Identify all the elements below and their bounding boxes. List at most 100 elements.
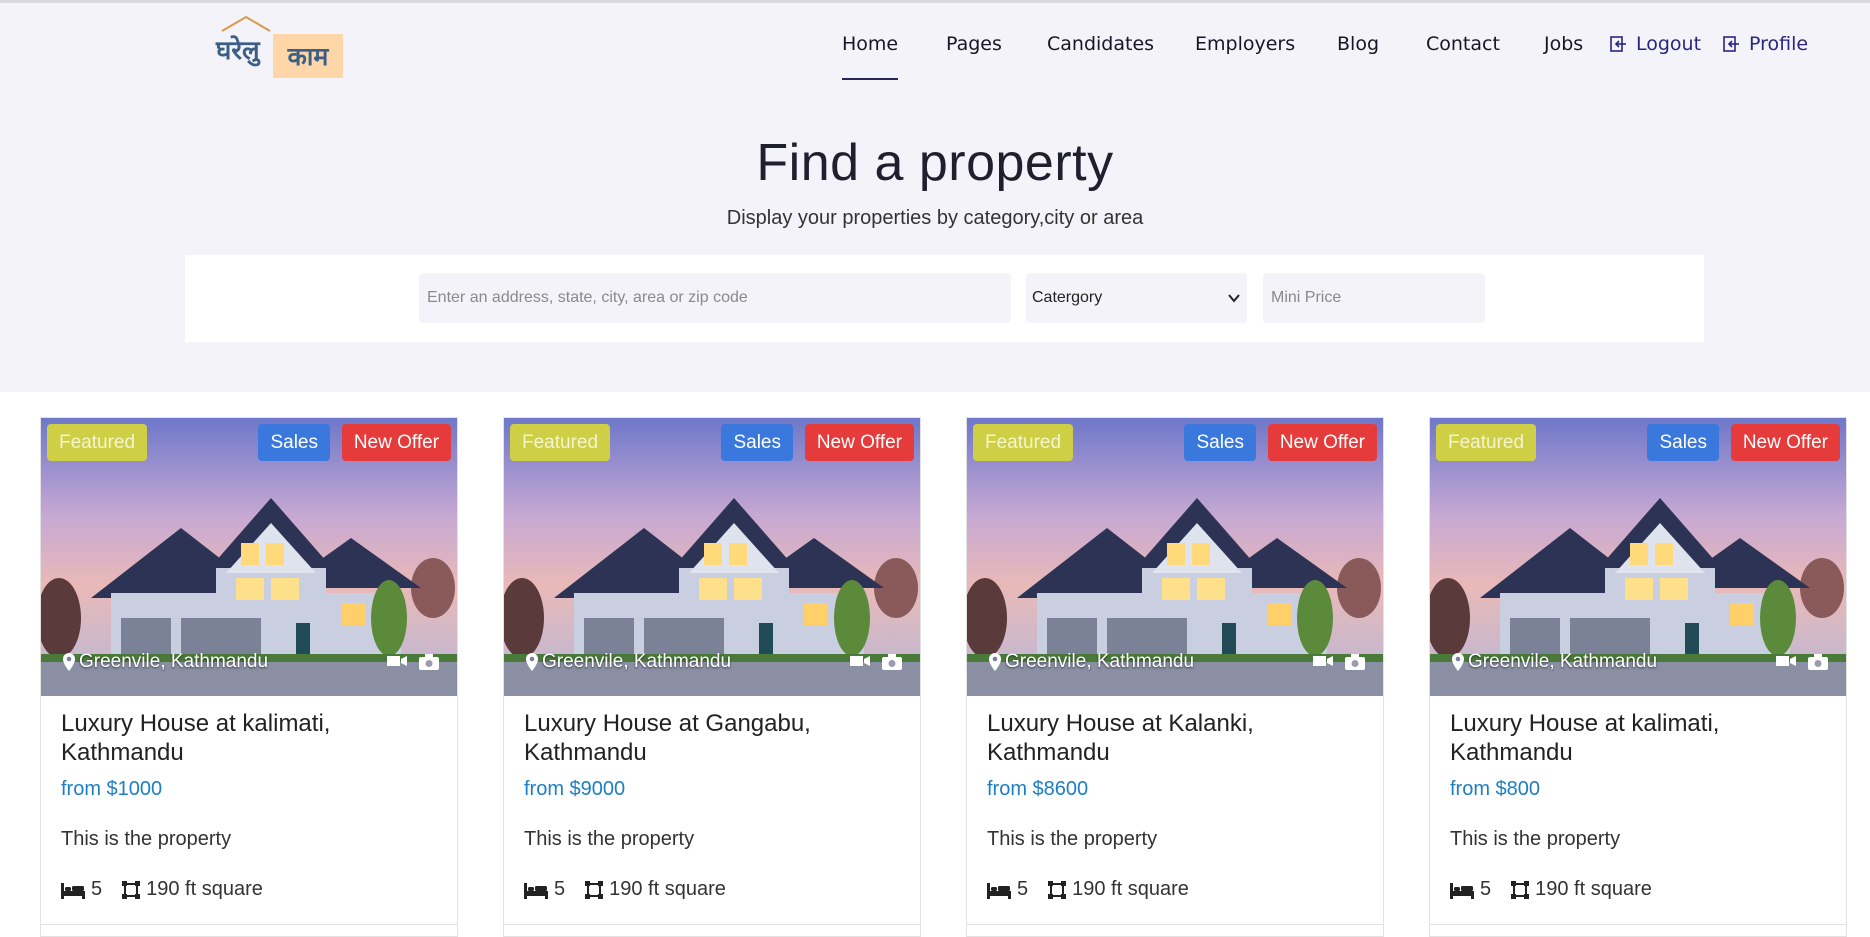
property-location[interactable]: Greenvile, Kathmandu [524, 651, 731, 673]
video-icon[interactable] [1313, 654, 1333, 670]
area-icon [585, 880, 604, 899]
location-label: Greenvile, Kathmandu [1005, 651, 1195, 672]
property-card[interactable]: Featured Sales New Offer Greenvile, Kath… [503, 417, 921, 937]
property-title[interactable]: Luxury House at Kalanki, Kathmandu [987, 709, 1367, 767]
page-title: Find a property [756, 134, 1114, 192]
search-panel: Catergory [185, 255, 1704, 342]
property-image[interactable]: Featured Sales New Offer Greenvile, Kath… [1430, 418, 1846, 696]
bed-icon [524, 882, 548, 899]
chevron-down-icon [1228, 294, 1240, 303]
min-price-input[interactable] [1269, 288, 1479, 308]
featured-badge[interactable]: Featured [47, 424, 148, 461]
property-meta: 5 190 ft square [987, 878, 1189, 901]
bed-count: 5 [554, 878, 566, 900]
property-title[interactable]: Luxury House at kalimati, Kathmandu [61, 709, 441, 767]
card-divider [504, 924, 920, 925]
sales-badge[interactable]: Sales [721, 424, 793, 461]
new-offer-badge[interactable]: New Offer [1730, 424, 1840, 461]
sales-badge[interactable]: Sales [1647, 424, 1719, 461]
property-location[interactable]: Greenvile, Kathmandu [61, 651, 268, 673]
logout-icon [1610, 36, 1626, 52]
card-divider [1430, 924, 1846, 925]
location-label: Greenvile, Kathmandu [542, 651, 732, 672]
area-icon [122, 880, 141, 899]
nav-logout[interactable]: Logout [1608, 33, 1701, 55]
nav-blog[interactable]: Blog [1337, 33, 1379, 55]
property-image[interactable]: Featured Sales New Offer Greenvile, Kath… [504, 418, 920, 696]
new-offer-badge[interactable]: New Offer [341, 424, 451, 461]
featured-badge[interactable]: Featured [973, 424, 1074, 461]
bed-icon [1450, 882, 1474, 899]
site-logo[interactable]: घरेलु काम [216, 15, 346, 78]
bed-count: 5 [1017, 878, 1029, 900]
new-offer-badge[interactable]: New Offer [1267, 424, 1377, 461]
camera-icon[interactable] [1808, 654, 1828, 670]
location-label: Greenvile, Kathmandu [1468, 651, 1658, 672]
logo-word-1: घरेलु [216, 36, 260, 66]
logout-icon [1723, 36, 1739, 52]
logout-label: Logout [1636, 33, 1702, 55]
camera-icon[interactable] [419, 654, 439, 670]
min-price-field[interactable] [1263, 273, 1485, 323]
featured-badge[interactable]: Featured [1436, 424, 1537, 461]
nav-contact[interactable]: Contact [1426, 33, 1500, 55]
area-icon [1511, 880, 1530, 899]
nav-candidates[interactable]: Candidates [1047, 33, 1154, 55]
nav-profile[interactable]: Profile [1721, 33, 1808, 55]
area-value: 190 ft square [609, 878, 726, 900]
bed-icon [987, 882, 1011, 899]
property-location[interactable]: Greenvile, Kathmandu [1450, 651, 1657, 673]
area-value: 190 ft square [1535, 878, 1652, 900]
property-meta: 5 190 ft square [61, 878, 263, 901]
property-image[interactable]: Featured Sales New Offer Greenvile, Kath… [41, 418, 457, 696]
property-card[interactable]: Featured Sales New Offer Greenvile, Kath… [1429, 417, 1847, 937]
bed-count: 5 [91, 878, 103, 900]
property-description: This is the property [524, 828, 695, 850]
property-price: from $8600 [987, 778, 1089, 800]
camera-icon[interactable] [1345, 654, 1365, 670]
address-search-field[interactable] [419, 273, 1011, 323]
card-divider [41, 924, 457, 925]
hero-section: घरेलु काम Home Pages Candidates Employer… [0, 0, 1870, 392]
area-value: 190 ft square [146, 878, 263, 900]
nav-jobs[interactable]: Jobs [1544, 33, 1583, 55]
page-subtitle: Display your properties by category,city… [726, 207, 1144, 229]
property-description: This is the property [987, 828, 1158, 850]
nav-employers[interactable]: Employers [1195, 33, 1295, 55]
new-offer-badge[interactable]: New Offer [804, 424, 914, 461]
property-meta: 5 190 ft square [1450, 878, 1652, 901]
location-label: Greenvile, Kathmandu [79, 651, 269, 672]
property-title[interactable]: Luxury House at kalimati, Kathmandu [1450, 709, 1830, 767]
property-title[interactable]: Luxury House at Gangabu, Kathmandu [524, 709, 904, 767]
profile-label: Profile [1749, 33, 1809, 55]
property-price: from $800 [1450, 778, 1541, 800]
address-search-input[interactable] [425, 288, 1005, 308]
card-divider [967, 924, 1383, 925]
category-select-value: Catergory [1032, 289, 1103, 306]
property-card[interactable]: Featured Sales New Offer Greenvile, Kath… [966, 417, 1384, 937]
property-meta: 5 190 ft square [524, 878, 726, 901]
nav-pages[interactable]: Pages [946, 33, 1002, 55]
property-price: from $1000 [61, 778, 163, 800]
category-select[interactable]: Catergory [1026, 273, 1247, 323]
sales-badge[interactable]: Sales [258, 424, 330, 461]
property-description: This is the property [1450, 828, 1621, 850]
property-card[interactable]: Featured Sales New Offer Greenvile, Kath… [40, 417, 458, 937]
bed-count: 5 [1480, 878, 1492, 900]
property-price: from $9000 [524, 778, 626, 800]
video-icon[interactable] [387, 654, 407, 670]
property-location[interactable]: Greenvile, Kathmandu [987, 651, 1194, 673]
video-icon[interactable] [1776, 654, 1796, 670]
area-icon [1048, 880, 1067, 899]
property-image[interactable]: Featured Sales New Offer Greenvile, Kath… [967, 418, 1383, 696]
map-pin-icon [63, 653, 75, 671]
bed-icon [61, 882, 85, 899]
camera-icon[interactable] [882, 654, 902, 670]
featured-badge[interactable]: Featured [510, 424, 611, 461]
video-icon[interactable] [850, 654, 870, 670]
map-pin-icon [1452, 653, 1464, 671]
sales-badge[interactable]: Sales [1184, 424, 1256, 461]
map-pin-icon [526, 653, 538, 671]
logo-word-2: काम [273, 34, 343, 78]
nav-home[interactable]: Home [842, 33, 899, 80]
